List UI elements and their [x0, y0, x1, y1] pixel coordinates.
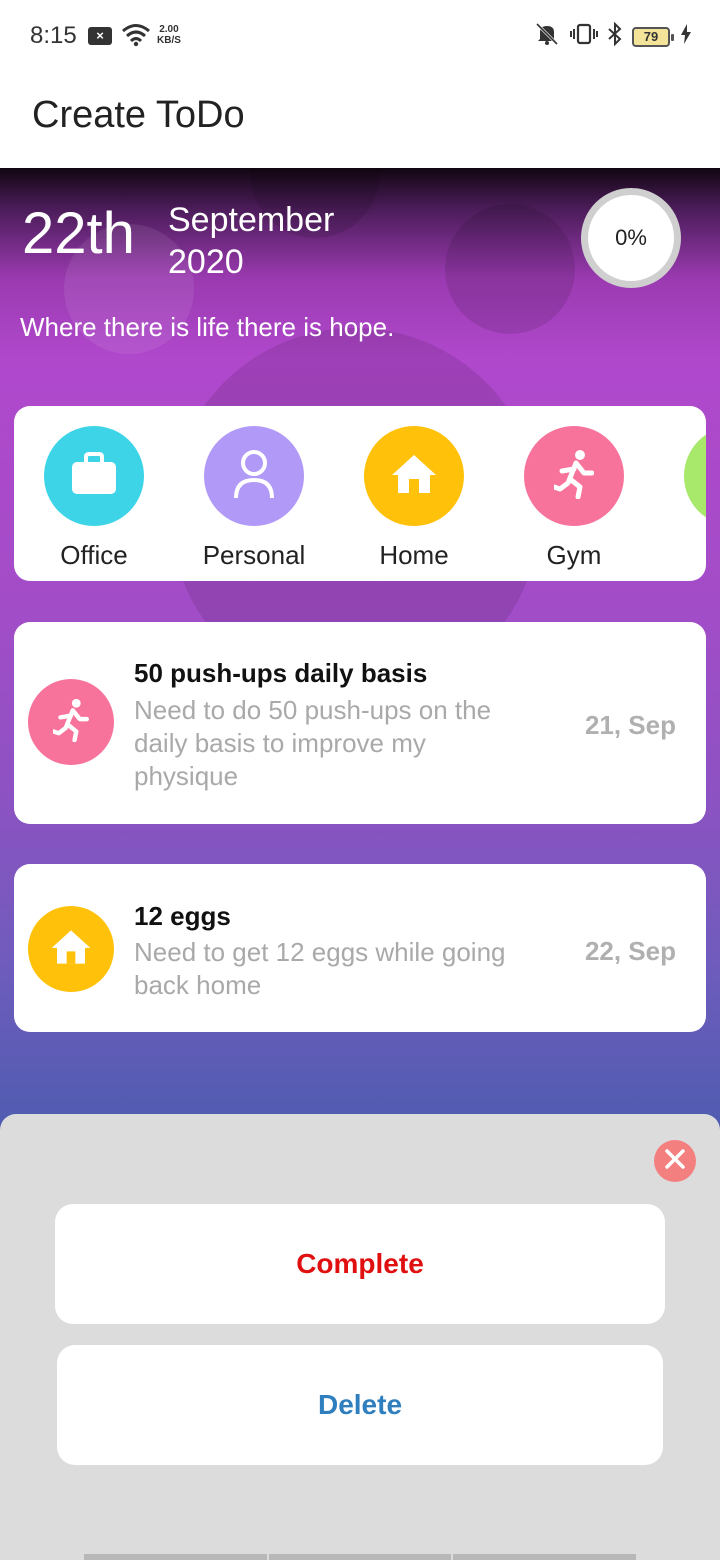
- person-icon: [232, 448, 276, 505]
- gesture-segment: [84, 1554, 267, 1560]
- home-icon: [50, 928, 92, 971]
- mute-icon: [534, 22, 560, 51]
- runner-icon: [551, 449, 595, 504]
- category-gym[interactable]: Gym: [494, 426, 654, 571]
- home-icon: [390, 453, 438, 500]
- todo-date: 22, Sep: [584, 936, 676, 966]
- vibrate-icon: [570, 22, 598, 51]
- category-personal-badge: [204, 426, 304, 526]
- date-day: 22th: [22, 201, 135, 266]
- category-office-badge: [44, 426, 144, 526]
- close-button[interactable]: [654, 1140, 696, 1182]
- date-month: September: [168, 201, 335, 239]
- complete-button[interactable]: Complete: [55, 1204, 665, 1324]
- battery-icon: 79: [632, 26, 674, 47]
- briefcase-icon: [70, 451, 118, 501]
- status-time: 8:15: [30, 22, 77, 49]
- charging-icon: [680, 24, 692, 49]
- category-label: Gym: [546, 540, 602, 570]
- todo-description: Need to do 50 push-ups on the daily basi…: [134, 695, 492, 791]
- network-speed-value: 2.00: [159, 24, 179, 35]
- category-label: Personal: [202, 540, 306, 570]
- todo-date: 21, Sep: [584, 710, 676, 740]
- category-home[interactable]: Home: [334, 426, 494, 571]
- status-icons: 79: [534, 21, 692, 51]
- todo-title: 50 push-ups daily basis: [134, 658, 428, 688]
- wifi-icon: [121, 23, 151, 52]
- network-speed: 2.00 KB/S: [157, 24, 181, 46]
- date-year: 2020: [168, 243, 244, 281]
- todo-card[interactable]: 12 eggs Need to get 12 eggs while going …: [14, 864, 706, 1032]
- category-label: Office: [60, 540, 128, 570]
- gesture-bar: [84, 1554, 637, 1560]
- category-home-badge: [364, 426, 464, 526]
- page-title: Create ToDo: [32, 94, 245, 136]
- runner-icon: [51, 698, 90, 747]
- delete-button[interactable]: Delete: [57, 1345, 663, 1465]
- category-personal[interactable]: Personal: [174, 426, 334, 571]
- category-more[interactable]: [654, 426, 706, 540]
- todo-category-badge: [28, 906, 114, 992]
- notification-icon: ×: [88, 27, 112, 45]
- gesture-segment: [268, 1554, 452, 1560]
- bluetooth-icon: [608, 21, 622, 51]
- category-label: Home: [379, 540, 449, 570]
- gesture-segment: [453, 1554, 637, 1560]
- todo-card[interactable]: 50 push-ups daily basis Need to do 50 pu…: [14, 622, 706, 824]
- daily-quote: Where there is life there is hope.: [20, 312, 395, 342]
- category-office[interactable]: Office: [14, 426, 174, 571]
- todo-description: Need to get 12 eggs while going back hom…: [134, 937, 506, 1000]
- decor-bubble: [445, 204, 575, 334]
- category-list: Office Personal Home Gym: [14, 406, 706, 581]
- category-gym-badge: [524, 426, 624, 526]
- progress-indicator: 0%: [581, 188, 681, 288]
- network-speed-unit: KB/S: [157, 35, 181, 46]
- close-icon: [664, 1148, 686, 1175]
- action-sheet: [0, 1114, 720, 1560]
- todo-title: 12 eggs: [134, 901, 231, 931]
- status-bar: 8:15 × 2.00 KB/S 79: [0, 0, 720, 72]
- category-icon: [684, 426, 706, 526]
- todo-category-badge: [28, 679, 114, 765]
- app-bar: Create ToDo: [0, 72, 720, 168]
